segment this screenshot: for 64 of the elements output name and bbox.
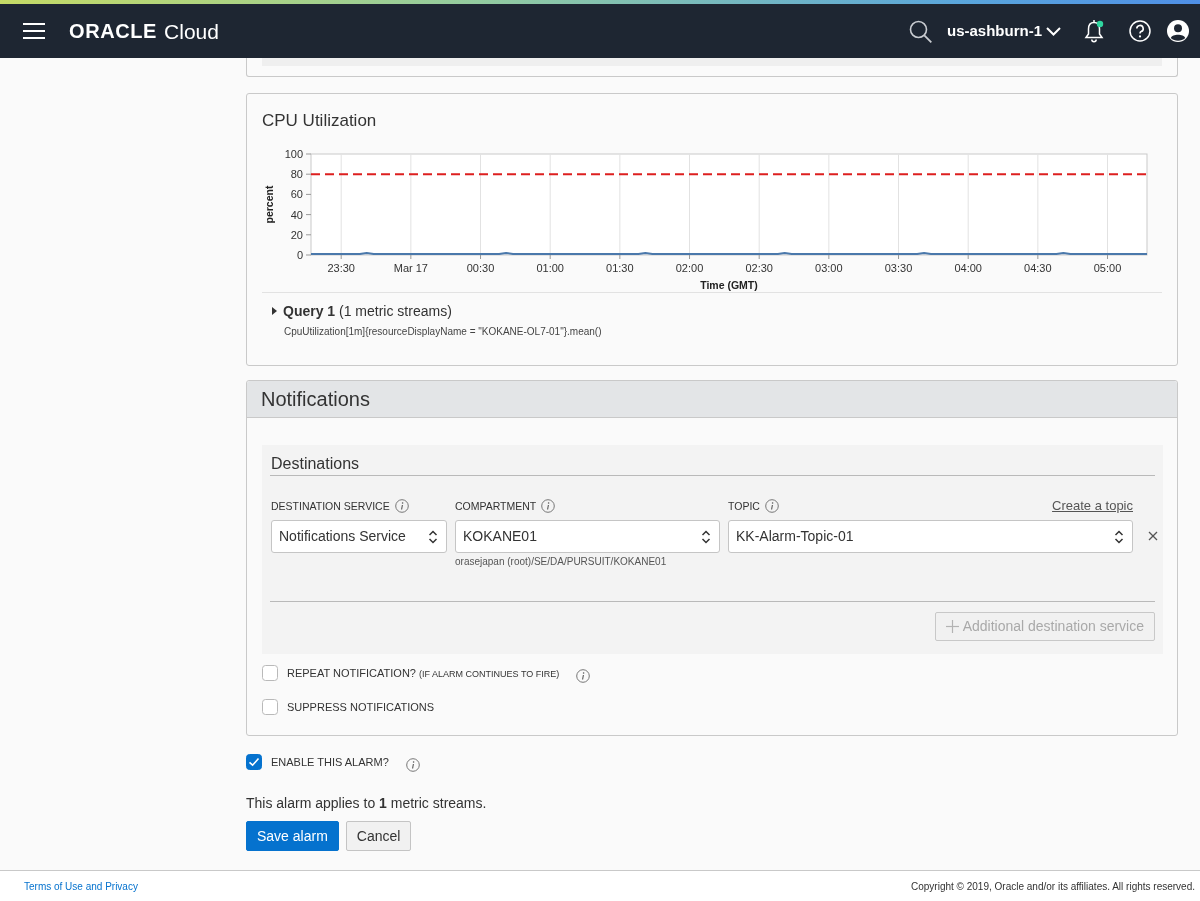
tick-label: 01:00 bbox=[536, 262, 564, 274]
section-title: Destinations bbox=[270, 453, 1155, 476]
bell-icon[interactable] bbox=[1083, 19, 1105, 43]
panel-title: CPU Utilization bbox=[262, 110, 378, 132]
info-icon[interactable] bbox=[394, 499, 409, 513]
tick-label: 04:00 bbox=[954, 262, 982, 274]
caret-right-icon[interactable] bbox=[272, 307, 277, 315]
tick-label: 01:30 bbox=[606, 262, 634, 274]
info-icon[interactable] bbox=[405, 758, 420, 772]
user-avatar-icon[interactable] bbox=[1167, 20, 1189, 42]
tick-label: 60 bbox=[290, 188, 303, 201]
tick-label: 04:30 bbox=[1024, 262, 1052, 274]
up-down-arrows-icon bbox=[701, 529, 711, 544]
search-icon[interactable] bbox=[909, 19, 932, 43]
field-label: COMPARTMENT bbox=[455, 499, 537, 514]
tick-label: 20 bbox=[290, 228, 303, 241]
query-expression: CpuUtilization[1m]{resourceDisplayName = "KOKANE-OL7-01"}.mean() bbox=[284, 325, 603, 339]
tick-label: 80 bbox=[290, 168, 303, 181]
section-header: Notifications bbox=[247, 381, 1177, 418]
checkbox[interactable] bbox=[262, 699, 278, 715]
axis-title: percent bbox=[263, 185, 275, 224]
tick-label: 02:00 bbox=[675, 262, 704, 274]
tick-label: Mar 17 bbox=[393, 262, 428, 274]
tick-label: 03:30 bbox=[884, 262, 913, 274]
logo-wordmark[interactable]: ORACLE bbox=[69, 21, 158, 41]
copyright-text: Copyright © 2019, Oracle and/or its affiliates. All rights reserved. bbox=[911, 879, 1195, 894]
info-icon[interactable] bbox=[764, 499, 779, 513]
tick-label: 40 bbox=[290, 208, 303, 221]
field-label: DESTINATION SERVICE bbox=[271, 499, 390, 514]
field-label: TOPIC bbox=[728, 499, 760, 514]
up-down-arrows-icon bbox=[1114, 529, 1124, 544]
checkbox-label: REPEAT NOTIFICATION? (IF ALARM CONTINUES TO FIRE) bbox=[287, 665, 560, 681]
axis-title: Time (GMT) bbox=[700, 279, 758, 291]
up-down-arrows-icon bbox=[428, 529, 438, 544]
tick-label: 23:30 bbox=[327, 262, 355, 274]
select-field[interactable]: KOKANE01 bbox=[455, 520, 720, 553]
checkbox-label: SUPPRESS NOTIFICATIONS bbox=[287, 700, 435, 714]
menu-icon[interactable] bbox=[23, 23, 45, 39]
query-title[interactable]: Query 1 (1 metric streams) bbox=[283, 301, 452, 321]
plus-icon bbox=[945, 620, 959, 633]
terms-link[interactable]: Terms of Use and Privacy bbox=[24, 878, 138, 894]
help-icon[interactable] bbox=[1129, 20, 1151, 42]
checkbox[interactable] bbox=[262, 665, 278, 681]
tick-label: 100 bbox=[284, 148, 303, 160]
select-field[interactable]: Notifications Service bbox=[271, 520, 447, 553]
select-field[interactable]: KK-Alarm-Topic-01 bbox=[728, 520, 1133, 553]
cancel-button[interactable]: Cancel bbox=[345, 821, 412, 851]
chevron-down-icon bbox=[1046, 26, 1061, 36]
checkbox-label: ENABLE THIS ALARM? bbox=[271, 755, 389, 769]
create-topic-link[interactable]: Create a topic bbox=[1052, 498, 1133, 514]
field-hint: orasejapan (root)/SE/DA/PURSUIT/KOKANE01 bbox=[455, 555, 668, 569]
region-selector[interactable]: us-ashburn-1 bbox=[947, 19, 1061, 43]
product-name[interactable]: Cloud bbox=[164, 20, 219, 42]
tick-label: 05:00 bbox=[1093, 262, 1122, 274]
tick-label: 0 bbox=[296, 249, 303, 261]
checkbox[interactable] bbox=[246, 754, 262, 770]
tick-label: 00:30 bbox=[466, 262, 495, 274]
close-icon[interactable] bbox=[1148, 531, 1158, 541]
save-button[interactable]: Save alarm bbox=[246, 821, 339, 851]
info-icon[interactable] bbox=[541, 499, 556, 513]
tick-label: 03:00 bbox=[815, 262, 843, 274]
info-icon[interactable] bbox=[576, 669, 591, 683]
summary-text: This alarm applies to 1 metric streams. bbox=[246, 794, 488, 813]
tick-label: 02:30 bbox=[745, 262, 773, 274]
